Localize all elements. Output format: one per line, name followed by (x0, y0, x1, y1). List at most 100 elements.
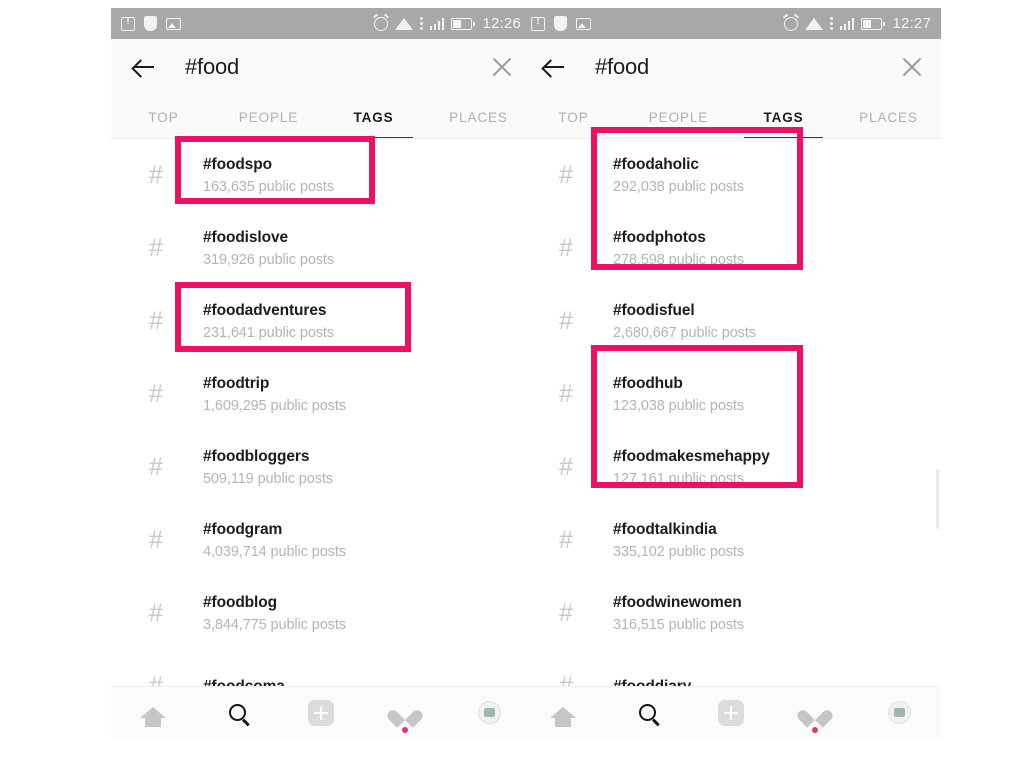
tag-name: #foodgram (203, 521, 283, 538)
tag-list-item[interactable]: # #foodcoma (111, 650, 531, 687)
search-tabs: TOP PEOPLE TAGS PLACES (111, 95, 531, 139)
hashtag-icon: # (559, 599, 573, 627)
shield-icon (144, 16, 157, 31)
tab-people[interactable]: PEOPLE (216, 95, 321, 139)
hashtag-icon: # (559, 453, 573, 481)
tag-list-item[interactable]: # #foodwinewomen 316,515 public posts (521, 577, 941, 650)
tag-list-item[interactable]: # #foodhub 123,038 public posts (521, 358, 941, 431)
tab-places[interactable]: PLACES (836, 95, 941, 139)
tag-post-count: 4,039,714 public posts (203, 544, 346, 560)
activity-heart-icon (804, 702, 826, 724)
signal-icon (429, 17, 445, 30)
close-icon[interactable] (489, 54, 515, 80)
tag-list-item[interactable]: # #foodbloggers 509,119 public posts (111, 431, 531, 504)
nav-add-post[interactable] (689, 687, 773, 738)
bottom-nav-bar (111, 686, 531, 738)
tag-list-item[interactable]: # #foodisfuel 2,680,667 public posts (521, 285, 941, 358)
tab-top[interactable]: TOP (111, 95, 216, 139)
tag-list-item[interactable]: # #foodspo 163,635 public posts (111, 139, 531, 212)
profile-avatar-icon (477, 701, 501, 724)
nav-activity[interactable] (363, 687, 447, 738)
tag-list-item[interactable]: # #foodislove 319,926 public posts (111, 212, 531, 285)
tag-result-list[interactable]: # #foodaholic 292,038 public posts # #foodph… (521, 139, 941, 686)
back-arrow-icon[interactable] (131, 54, 157, 80)
search-icon (228, 704, 246, 721)
tag-item-text: #foodisfuel 2,680,667 public posts (613, 302, 756, 341)
tab-people[interactable]: PEOPLE (626, 95, 731, 139)
tab-tags[interactable]: TAGS (321, 95, 426, 139)
tag-item-text: #foodspo 163,635 public posts (203, 156, 334, 195)
tag-post-count: 316,515 public posts (613, 617, 745, 633)
more-dots-icon (829, 17, 833, 30)
tag-name: #foodadventures (203, 302, 327, 319)
alarm-icon (783, 16, 798, 31)
list-scrollbar[interactable] (936, 469, 939, 529)
tag-post-count: 292,038 public posts (613, 179, 745, 195)
tag-name: #foodmakesmehappy (613, 448, 770, 465)
notification-badge (402, 726, 408, 733)
download-alert-icon (121, 16, 135, 31)
profile-avatar-icon (887, 701, 911, 724)
home-icon (140, 707, 166, 727)
tab-top[interactable]: TOP (521, 95, 626, 139)
tag-list-item[interactable]: # #foodtrip 1,609,295 public posts (111, 358, 531, 431)
bottom-nav-bar (521, 686, 941, 738)
tab-places[interactable]: PLACES (426, 95, 531, 139)
nav-profile[interactable] (857, 687, 941, 738)
hashtag-icon: # (559, 307, 573, 335)
activity-heart-icon (394, 702, 416, 724)
phone-screenshot-right: 12:27 #food TOPPEOPLETAGSPLACES # #foodaholi… (521, 8, 941, 738)
search-header: #food (111, 39, 531, 95)
tag-list-item[interactable]: # #foodadventures 231,641 public posts (111, 285, 531, 358)
tag-post-count: 335,102 public posts (613, 544, 745, 560)
close-icon[interactable] (899, 54, 925, 80)
tag-name: #foodspo (203, 156, 272, 173)
image-icon (166, 17, 181, 30)
nav-search[interactable] (605, 687, 689, 738)
tag-post-count: 163,635 public posts (203, 179, 335, 195)
tag-post-count: 123,038 public posts (613, 398, 745, 414)
tag-list-item[interactable]: # #foodgram 4,039,714 public posts (111, 504, 531, 577)
nav-home[interactable] (521, 687, 605, 738)
tag-name: #foodaholic (613, 156, 699, 173)
tag-list-item[interactable]: # #foodphotos 278,598 public posts (521, 212, 941, 285)
status-bar-left-icons (531, 16, 591, 31)
tag-item-text: #foodbloggers 509,119 public posts (203, 448, 333, 487)
tag-name: #foodblog (203, 594, 277, 611)
tag-list-item[interactable]: # #foodmakesmehappy 127,161 public posts (521, 431, 941, 504)
activity-heart-wrap (804, 702, 826, 733)
back-arrow-icon[interactable] (541, 54, 567, 80)
tag-list-item[interactable]: # #foodaholic 292,038 public posts (521, 139, 941, 212)
hashtag-icon: # (149, 526, 163, 554)
tag-list-item[interactable]: # #foodtalkindia 335,102 public posts (521, 504, 941, 577)
tag-name: #foodisfuel (613, 302, 695, 319)
activity-heart-wrap (394, 702, 416, 733)
tag-list-item[interactable]: # #fooddiary (521, 650, 941, 687)
search-input[interactable]: #food (595, 54, 649, 80)
nav-search[interactable] (195, 687, 279, 738)
tab-tags[interactable]: TAGS (731, 95, 836, 139)
nav-profile[interactable] (447, 687, 531, 738)
tag-item-text: #foodadventures 231,641 public posts (203, 302, 334, 341)
status-bar-left-icons (121, 16, 181, 31)
tag-list-item[interactable]: # #foodblog 3,844,775 public posts (111, 577, 531, 650)
tag-name: #foodwinewomen (613, 594, 742, 611)
tag-item-text: #foodaholic 292,038 public posts (613, 156, 744, 195)
status-bar-clock: 12:27 (892, 15, 931, 32)
search-input[interactable]: #food (185, 54, 239, 80)
tag-name: #foodtrip (203, 375, 270, 392)
tag-item-text: #foodphotos 278,598 public posts (613, 229, 744, 268)
more-dots-icon (419, 17, 423, 30)
nav-home[interactable] (111, 687, 195, 738)
search-icon (638, 704, 656, 721)
status-bar: 12:27 (521, 8, 941, 39)
hashtag-icon: # (559, 161, 573, 189)
tag-result-list[interactable]: # #foodspo 163,635 public posts # #foodislov… (111, 139, 531, 686)
tag-item-text: #foodtalkindia 335,102 public posts (613, 521, 744, 560)
add-post-icon (308, 699, 334, 726)
tag-item-text: #foodislove 319,926 public posts (203, 229, 334, 268)
tag-post-count: 231,641 public posts (203, 325, 335, 341)
nav-activity[interactable] (773, 687, 857, 738)
tag-post-count: 278,598 public posts (613, 252, 745, 268)
nav-add-post[interactable] (279, 687, 363, 738)
